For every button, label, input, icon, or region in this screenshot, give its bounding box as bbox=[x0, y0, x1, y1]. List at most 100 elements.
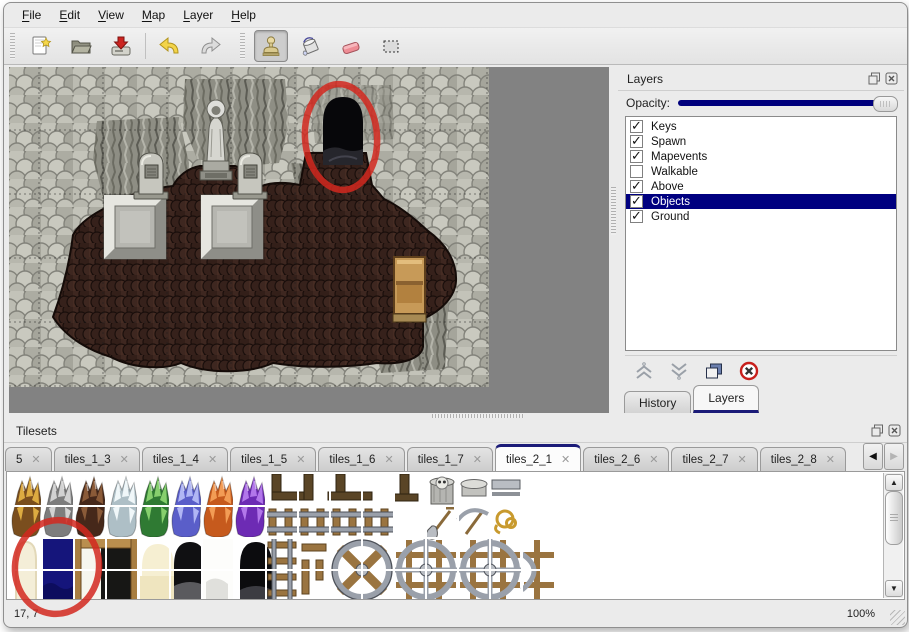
fill-tool-button[interactable] bbox=[294, 30, 328, 62]
redo-icon bbox=[197, 34, 223, 58]
tab-close-icon[interactable]: ✕ bbox=[31, 453, 40, 466]
vertical-splitter[interactable] bbox=[609, 67, 618, 413]
tab-close-icon[interactable]: ✕ bbox=[473, 453, 482, 466]
open-map-button[interactable] bbox=[64, 30, 98, 62]
opacity-slider-track[interactable] bbox=[678, 100, 890, 106]
scrollbar-thumb[interactable] bbox=[885, 491, 903, 545]
scroll-tabs-right-icon[interactable]: ▶ bbox=[884, 443, 904, 470]
tileset-tab[interactable]: tiles_2_6✕ bbox=[583, 447, 669, 471]
new-file-icon bbox=[29, 34, 53, 58]
layer-name: Mapevents bbox=[651, 151, 707, 163]
map-canvas[interactable] bbox=[9, 67, 489, 387]
menu-bar: File Edit View Map Layer Help bbox=[4, 3, 908, 28]
opacity-slider[interactable] bbox=[678, 96, 896, 110]
close-panel-icon[interactable] bbox=[885, 72, 898, 85]
menu-map[interactable]: Map bbox=[134, 5, 173, 25]
tab-close-icon[interactable]: ✕ bbox=[120, 453, 129, 466]
duplicate-layer-button[interactable] bbox=[703, 360, 725, 382]
opacity-slider-knob[interactable] bbox=[873, 96, 898, 112]
tab-close-icon[interactable]: ✕ bbox=[208, 453, 217, 466]
redo-button[interactable] bbox=[193, 30, 227, 62]
layer-visibility-checkbox[interactable] bbox=[630, 195, 643, 208]
layer-visibility-checkbox[interactable] bbox=[630, 165, 643, 178]
tileset-tab[interactable]: tiles_1_3✕ bbox=[54, 447, 140, 471]
tileset-tab[interactable]: tiles_1_7✕ bbox=[407, 447, 493, 471]
open-folder-icon bbox=[69, 34, 93, 58]
layer-row[interactable]: Objects bbox=[626, 194, 896, 209]
tilesets-panel: Tilesets 5✕ tiles_1_3✕ tiles_1_4✕ tiles_… bbox=[4, 419, 907, 600]
stamp-icon bbox=[259, 34, 283, 58]
lower-layer-button[interactable] bbox=[668, 360, 690, 382]
menu-edit[interactable]: Edit bbox=[51, 5, 88, 25]
layer-row[interactable]: Ground bbox=[626, 209, 896, 224]
float-panel-icon[interactable] bbox=[871, 424, 884, 437]
scroll-down-icon[interactable]: ▼ bbox=[885, 580, 903, 597]
tab-close-icon[interactable]: ✕ bbox=[561, 453, 570, 466]
layer-visibility-checkbox[interactable] bbox=[630, 150, 643, 163]
save-map-button[interactable] bbox=[104, 30, 138, 62]
close-panel-icon[interactable] bbox=[888, 424, 901, 437]
status-bar: 17, 7 100% bbox=[4, 601, 907, 627]
tileset-tab[interactable]: 5✕ bbox=[5, 447, 52, 471]
tileset-content[interactable]: ▲ ▼ bbox=[6, 471, 905, 600]
chevron-up-icon bbox=[634, 361, 654, 381]
layer-visibility-checkbox[interactable] bbox=[630, 120, 643, 133]
menu-layer[interactable]: Layer bbox=[175, 5, 221, 25]
raise-layer-button[interactable] bbox=[633, 360, 655, 382]
tileset-tab[interactable]: tiles_1_5✕ bbox=[230, 447, 316, 471]
menu-view[interactable]: View bbox=[90, 5, 132, 25]
tilesets-panel-header: Tilesets bbox=[4, 419, 907, 443]
chevron-down-icon bbox=[669, 361, 689, 381]
tab-close-icon[interactable]: ✕ bbox=[296, 453, 305, 466]
resize-grip[interactable] bbox=[890, 610, 905, 625]
eraser-tool-button[interactable] bbox=[334, 30, 368, 62]
toolbar-grip[interactable] bbox=[10, 33, 15, 59]
layer-row[interactable]: Walkable bbox=[626, 164, 896, 179]
rect-select-tool-button[interactable] bbox=[374, 30, 408, 62]
tileset-tab[interactable]: tiles_1_6✕ bbox=[318, 447, 404, 471]
layer-list: Keys Spawn Mapevents Walkable Above Obje… bbox=[625, 116, 897, 351]
layer-visibility-checkbox[interactable] bbox=[630, 135, 643, 148]
undo-button[interactable] bbox=[153, 30, 187, 62]
map-viewport[interactable] bbox=[9, 67, 609, 413]
tileset-tab[interactable]: tiles_2_8✕ bbox=[760, 447, 846, 471]
splitter-grip[interactable] bbox=[611, 187, 616, 235]
tileset-canvas[interactable] bbox=[10, 474, 554, 600]
tileset-scrollbar[interactable]: ▲ ▼ bbox=[883, 473, 903, 598]
new-map-button[interactable] bbox=[24, 30, 58, 62]
layer-name: Spawn bbox=[651, 136, 686, 148]
tab-close-icon[interactable]: ✕ bbox=[826, 453, 835, 466]
tab-close-icon[interactable]: ✕ bbox=[384, 453, 393, 466]
zoom-level: 100% bbox=[847, 608, 875, 620]
layer-row[interactable]: Above bbox=[626, 179, 896, 194]
layer-name: Above bbox=[651, 181, 684, 193]
splitter-grip[interactable] bbox=[432, 414, 524, 418]
layer-row[interactable]: Keys bbox=[626, 119, 896, 134]
layer-visibility-checkbox[interactable] bbox=[630, 180, 643, 193]
stamp-tool-button[interactable] bbox=[254, 30, 288, 62]
tab-close-icon[interactable]: ✕ bbox=[649, 453, 658, 466]
toolbar-grip-2[interactable] bbox=[240, 33, 245, 59]
float-panel-icon[interactable] bbox=[868, 72, 881, 85]
menu-help[interactable]: Help bbox=[223, 5, 264, 25]
stone-platform-right bbox=[201, 195, 263, 259]
delete-layer-button[interactable] bbox=[738, 360, 760, 382]
tile-steel-beam bbox=[492, 480, 520, 496]
layer-actions bbox=[625, 355, 897, 386]
stone-platform-left bbox=[104, 195, 166, 259]
tileset-tab[interactable]: tiles_1_4✕ bbox=[142, 447, 228, 471]
delete-icon bbox=[739, 361, 759, 381]
tileset-tab[interactable]: tiles_2_7✕ bbox=[671, 447, 757, 471]
tab-close-icon[interactable]: ✕ bbox=[738, 453, 747, 466]
tab-scroll-buttons: ◀ ▶ bbox=[862, 443, 904, 470]
layer-visibility-checkbox[interactable] bbox=[630, 210, 643, 223]
tab-history[interactable]: History bbox=[624, 391, 691, 413]
tab-layers[interactable]: Layers bbox=[693, 385, 759, 413]
scroll-up-icon[interactable]: ▲ bbox=[885, 474, 903, 491]
layer-row[interactable]: Mapevents bbox=[626, 149, 896, 164]
menu-file[interactable]: File bbox=[14, 5, 49, 25]
scroll-tabs-left-icon[interactable]: ◀ bbox=[863, 443, 883, 470]
tileset-tab-active[interactable]: tiles_2_1✕ bbox=[495, 444, 581, 471]
layer-row[interactable]: Spawn bbox=[626, 134, 896, 149]
undo-icon bbox=[157, 34, 183, 58]
